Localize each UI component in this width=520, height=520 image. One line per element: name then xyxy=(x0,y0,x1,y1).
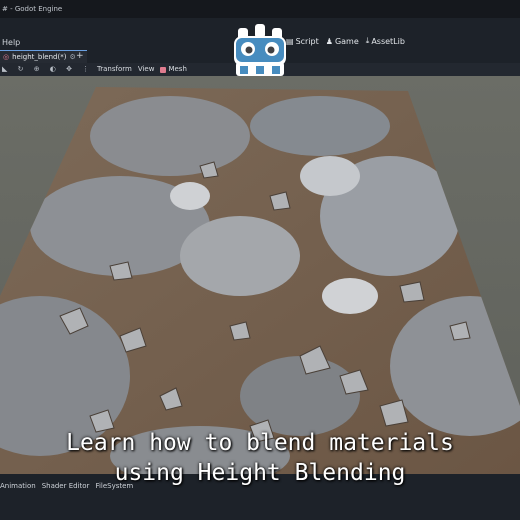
mesh-menu[interactable]: Mesh xyxy=(160,63,187,76)
workspace-assetlib-label: AssetLib xyxy=(371,36,405,46)
workspace-switcher: ▤ Script ♟ Game ⤓ AssetLib xyxy=(286,36,405,46)
scene-icon: ◎ xyxy=(3,53,10,61)
caption-line-2: using Height Blending xyxy=(114,460,406,486)
gear-icon[interactable]: ⚙ xyxy=(69,53,75,61)
title-bar: # - Godot Engine xyxy=(0,0,520,18)
window-title: # - Godot Engine xyxy=(2,5,63,13)
3d-viewport[interactable] xyxy=(0,76,520,474)
workspace-script-label: Script xyxy=(295,36,319,46)
transform-menu[interactable]: Transform xyxy=(97,63,132,76)
assetlib-icon: ⤓ xyxy=(365,36,370,45)
menu-help[interactable]: Help xyxy=(2,38,20,47)
video-caption: Learn how to blend materials using Heigh… xyxy=(0,428,520,488)
scene-tab-height-blend[interactable]: ◎ height_blend(*) ⚙ xyxy=(0,50,87,63)
workspace-assetlib[interactable]: ⤓ AssetLib xyxy=(366,36,405,46)
add-tab-button[interactable]: + xyxy=(76,50,84,63)
scene-tab-label: height_blend(*) xyxy=(12,53,67,61)
tool-icons[interactable]: ◣ ↻ ⊕ ◐ ✥ ⋮ xyxy=(2,63,93,76)
workspace-game-label: Game xyxy=(334,36,359,46)
terrain-render xyxy=(0,87,520,474)
game-icon: ♟ xyxy=(325,36,333,46)
mesh-icon xyxy=(160,66,167,73)
mesh-menu-label: Mesh xyxy=(168,65,187,73)
godot-logo xyxy=(234,24,286,76)
caption-line-1: Learn how to blend materials xyxy=(66,430,454,456)
workspace-game[interactable]: ♟ Game xyxy=(326,36,359,46)
view-menu[interactable]: View xyxy=(138,63,155,76)
